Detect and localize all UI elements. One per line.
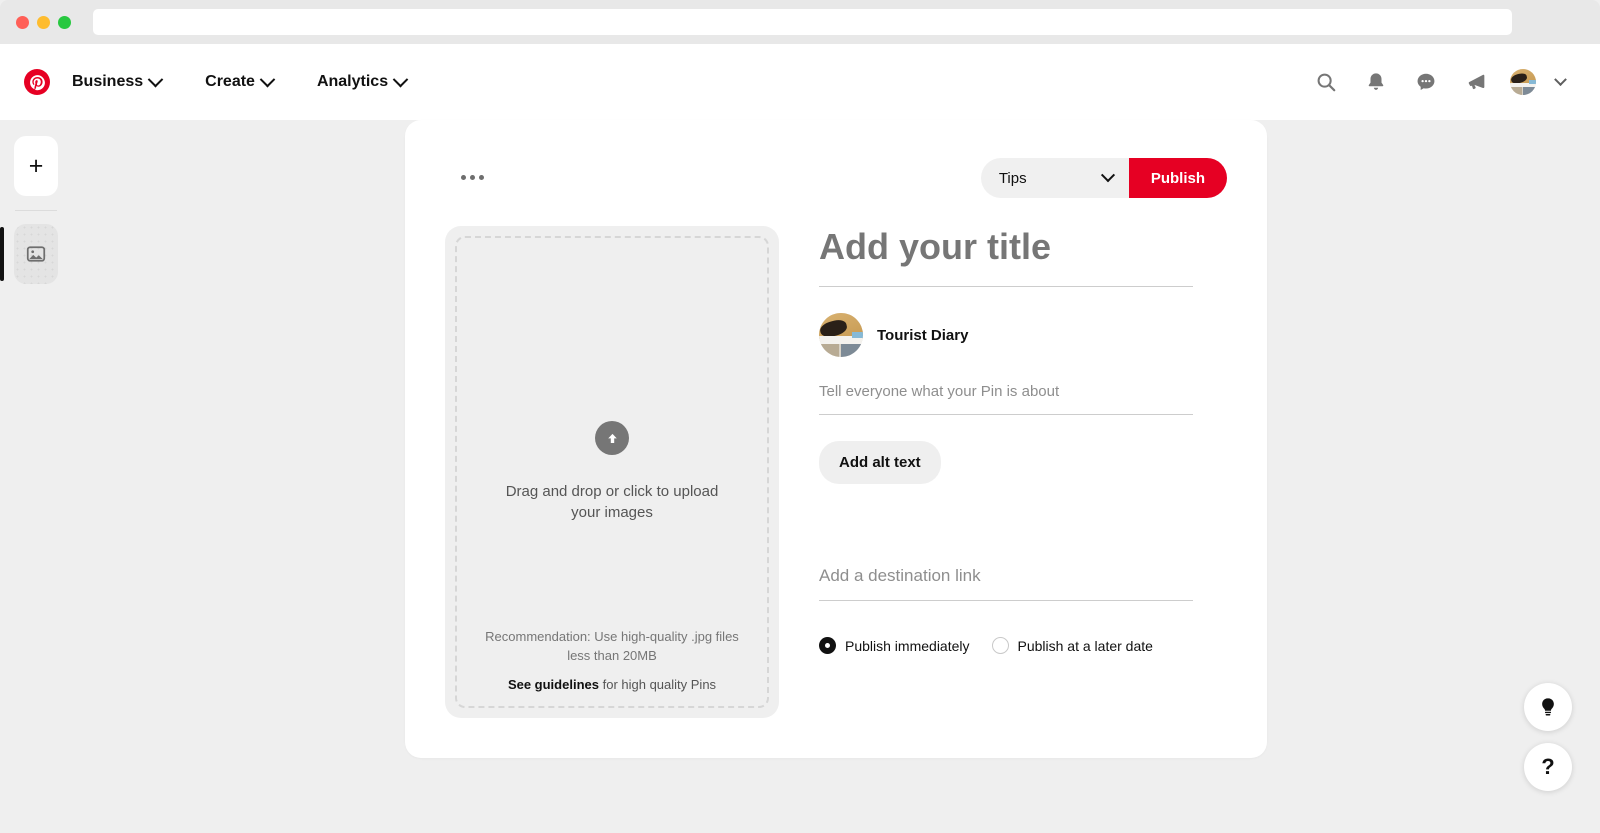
upload-guidelines-rest: for high quality Pins bbox=[598, 677, 717, 692]
avatar[interactable] bbox=[1510, 69, 1536, 95]
radio-publish-later-label: Publish at a later date bbox=[1017, 637, 1153, 654]
tips-select[interactable]: Tips bbox=[980, 158, 1129, 198]
nav-item-business[interactable]: Business bbox=[60, 65, 173, 99]
main-area: Tips Publish Drag and drop or click to u… bbox=[72, 120, 1600, 833]
avatar-image bbox=[1510, 69, 1536, 95]
board-selector[interactable]: Tourist Diary bbox=[819, 313, 1193, 357]
upload-arrow-icon bbox=[595, 421, 629, 455]
see-guidelines-link[interactable]: See guidelines bbox=[508, 677, 599, 692]
app-header: Business Create Analytics bbox=[0, 44, 1600, 120]
pin-form-panel: Tourist Diary Add alt text Publish immed… bbox=[819, 226, 1193, 718]
upload-instruction-text: Drag and drop or click to upload your im… bbox=[505, 483, 719, 521]
upload-guidelines-text: See guidelines for high quality Pins bbox=[475, 677, 749, 692]
nav-item-analytics-label: Analytics bbox=[316, 73, 389, 90]
account-menu-chevron-down-icon[interactable] bbox=[1546, 60, 1574, 104]
messages-icon[interactable] bbox=[1404, 60, 1448, 104]
board-avatar-image bbox=[819, 313, 863, 357]
rail-item-image[interactable] bbox=[0, 224, 58, 284]
more-options-icon[interactable] bbox=[461, 162, 495, 192]
upload-footer: Recommendation: Use high-quality .jpg fi… bbox=[457, 627, 767, 692]
nav-item-analytics[interactable]: Analytics bbox=[305, 65, 418, 99]
nav-item-business-label: Business bbox=[72, 73, 144, 90]
rail-item-image-card[interactable] bbox=[14, 224, 58, 284]
upload-dropzone[interactable]: Drag and drop or click to upload your im… bbox=[455, 236, 769, 708]
header-nav: Business Create Analytics bbox=[24, 65, 418, 99]
image-uploader: Drag and drop or click to upload your im… bbox=[445, 226, 779, 718]
radio-publish-later[interactable]: Publish at a later date bbox=[991, 637, 1153, 654]
add-alt-text-button[interactable]: Add alt text bbox=[819, 441, 941, 484]
nav-item-create-label: Create bbox=[205, 73, 255, 90]
upload-recommendation-text: Recommendation: Use high-quality .jpg fi… bbox=[485, 629, 739, 663]
pinterest-logo-icon[interactable] bbox=[24, 69, 50, 95]
ideas-fab-button[interactable] bbox=[1524, 683, 1572, 731]
page-body: + Tips Publish Drag and drop or click to… bbox=[0, 120, 1600, 833]
toolbar-right-group: Tips Publish bbox=[980, 158, 1227, 198]
board-avatar bbox=[819, 313, 863, 357]
tips-select-label: Tips bbox=[998, 169, 1027, 187]
window-maximize-button[interactable] bbox=[58, 15, 71, 29]
window-minimize-button[interactable] bbox=[37, 15, 50, 29]
chevron-down-icon bbox=[147, 71, 164, 87]
destination-link-input[interactable] bbox=[819, 566, 1193, 601]
header-actions bbox=[1304, 60, 1574, 104]
search-icon[interactable] bbox=[1304, 60, 1348, 104]
radio-publish-immediately-label: Publish immediately bbox=[845, 637, 970, 654]
pin-builder-card: Tips Publish Drag and drop or click to u… bbox=[405, 120, 1267, 758]
card-content: Drag and drop or click to upload your im… bbox=[445, 226, 1227, 718]
left-rail: + bbox=[0, 120, 72, 833]
chevron-down-icon bbox=[392, 71, 409, 87]
megaphone-icon[interactable] bbox=[1454, 60, 1498, 104]
window-traffic-lights bbox=[16, 15, 71, 29]
card-toolbar: Tips Publish bbox=[445, 158, 1227, 204]
board-name-label: Tourist Diary bbox=[877, 326, 969, 344]
image-icon bbox=[26, 246, 46, 262]
radio-unselected-icon bbox=[991, 637, 1009, 654]
window-close-button[interactable] bbox=[16, 15, 29, 29]
question-mark-icon: ? bbox=[1541, 754, 1555, 779]
schedule-options: Publish immediately Publish at a later d… bbox=[819, 637, 1193, 654]
plus-icon: + bbox=[28, 151, 44, 180]
floating-actions: ? bbox=[1524, 683, 1572, 791]
publish-button[interactable]: Publish bbox=[1128, 158, 1227, 198]
lightbulb-icon bbox=[1542, 698, 1554, 716]
rail-divider bbox=[15, 210, 57, 211]
bell-icon[interactable] bbox=[1354, 60, 1398, 104]
browser-chrome bbox=[0, 0, 1600, 44]
pin-title-input[interactable] bbox=[819, 226, 1193, 287]
radio-selected-icon bbox=[819, 637, 836, 654]
rail-item-add-new[interactable]: + bbox=[14, 136, 58, 196]
nav-item-create[interactable]: Create bbox=[193, 65, 285, 99]
help-fab-button[interactable]: ? bbox=[1524, 743, 1572, 791]
chevron-down-icon bbox=[259, 71, 276, 87]
rail-selected-indicator bbox=[0, 227, 4, 281]
pin-description-input[interactable] bbox=[819, 383, 1193, 415]
chevron-down-icon bbox=[1100, 168, 1115, 183]
radio-publish-immediately[interactable]: Publish immediately bbox=[819, 637, 970, 654]
browser-url-input[interactable] bbox=[93, 9, 1512, 35]
